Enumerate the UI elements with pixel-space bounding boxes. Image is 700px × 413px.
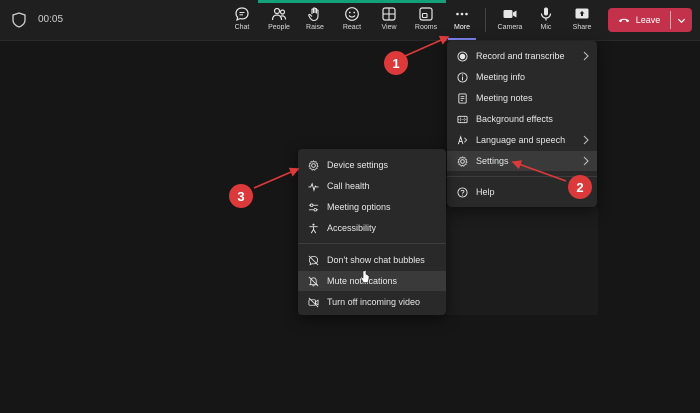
annotation-callout-1: 1 <box>384 51 408 75</box>
annotation-callout-3: 3 <box>229 184 253 208</box>
annotation-arrow-2 <box>511 160 567 182</box>
annotation-callout-2: 2 <box>568 175 592 199</box>
annotation-arrow-1 <box>404 35 450 57</box>
annotation-arrow-3 <box>253 167 300 189</box>
annotation-arrows <box>253 35 567 189</box>
